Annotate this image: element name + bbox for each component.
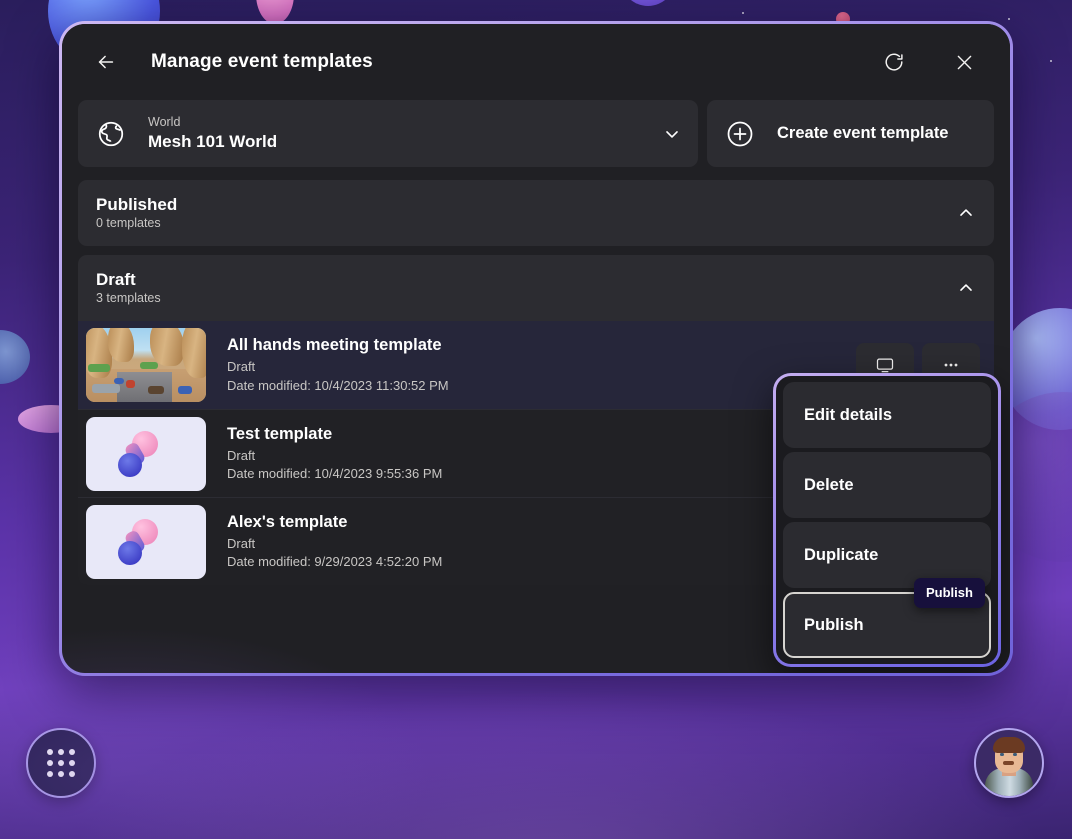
thumb-tree [108, 328, 134, 362]
avatar[interactable] [974, 728, 1044, 798]
menu-item-delete[interactable]: Delete [783, 452, 991, 518]
context-menu-surface: Edit details Delete Duplicate Publish [776, 376, 998, 664]
grid-dots-icon [47, 749, 75, 777]
section-draft-text: Draft 3 templates [96, 269, 161, 308]
plus-circle-icon [727, 121, 753, 146]
world-selector-value: Mesh 101 World [148, 131, 278, 151]
section-draft-title: Draft [96, 269, 136, 289]
thumb-prop [148, 386, 164, 394]
thumb-prop [92, 384, 120, 393]
close-button[interactable] [942, 40, 986, 84]
decorative-star [1050, 60, 1052, 62]
thumb-grass [140, 362, 158, 369]
mesh-logo-icon [123, 440, 147, 467]
globe-icon [98, 121, 124, 146]
thumb-prop [114, 378, 124, 384]
thumb-road [117, 372, 173, 402]
create-event-template-button[interactable]: Create event template [707, 100, 994, 167]
template-status: Draft [227, 359, 256, 375]
avatar-eye [1000, 753, 1004, 756]
avatar-eye [1013, 753, 1017, 756]
manage-event-templates-dialog: Manage event templates World Mesh 101 Wo… [59, 21, 1013, 676]
world-selector[interactable]: World Mesh 101 World [78, 100, 698, 167]
template-name: Alex's template [227, 512, 348, 531]
arrow-left-icon [98, 55, 114, 69]
refresh-icon [885, 53, 903, 71]
avatar-hair [993, 737, 1025, 753]
chevron-up-icon [960, 284, 972, 291]
monitor-icon [876, 358, 894, 373]
thumb-tree [182, 328, 206, 378]
template-status: Draft [227, 535, 256, 551]
template-info: All hands meeting template Draft Date mo… [227, 334, 449, 396]
refresh-button[interactable] [872, 40, 916, 84]
section-draft-header[interactable]: Draft 3 templates [78, 255, 994, 321]
chevron-down-icon [666, 130, 678, 138]
world-selector-text: World Mesh 101 World [148, 114, 662, 153]
template-date-modified: Date modified: 10/4/2023 11:30:52 PM [227, 377, 449, 393]
template-thumbnail [86, 504, 206, 579]
section-published-header[interactable]: Published 0 templates [78, 180, 994, 246]
dialog-controls-row: World Mesh 101 World Create event templa… [62, 100, 1010, 180]
decorative-star [1008, 18, 1010, 20]
decorative-orb [620, 0, 676, 6]
thumb-prop [178, 386, 192, 394]
template-thumbnail [86, 328, 206, 402]
more-icon [944, 363, 958, 367]
close-icon [957, 55, 971, 69]
template-date-modified: Date modified: 10/4/2023 9:55:36 PM [227, 466, 443, 482]
section-published-text: Published 0 templates [96, 194, 177, 233]
back-button[interactable] [84, 40, 128, 84]
thumb-grass [88, 364, 110, 372]
mesh-logo-icon [123, 528, 147, 555]
template-info: Test template Draft Date modified: 10/4/… [227, 423, 442, 485]
world-selector-label: World [148, 115, 181, 130]
section-published-title: Published [96, 194, 178, 214]
decorative-orb [0, 330, 30, 384]
dialog-titlebar: Manage event templates [62, 24, 1010, 100]
section-published: Published 0 templates [78, 180, 994, 246]
menu-item-edit-details[interactable]: Edit details [783, 382, 991, 448]
dialog-surface: Manage event templates World Mesh 101 Wo… [62, 24, 1010, 673]
app-launcher-button[interactable] [26, 728, 96, 798]
create-event-template-label: Create event template [777, 124, 949, 142]
mesh-immersive-space-background: Manage event templates World Mesh 101 Wo… [0, 0, 1072, 839]
template-name: All hands meeting template [227, 336, 442, 355]
template-info: Alex's template Draft Date modified: 9/2… [227, 511, 442, 573]
chevron-up-icon [960, 209, 972, 216]
thumb-prop [126, 380, 135, 388]
template-status: Draft [227, 447, 256, 463]
template-date-modified: Date modified: 9/29/2023 4:52:20 PM [227, 554, 443, 570]
page-title: Manage event templates [151, 51, 373, 72]
template-context-menu: Edit details Delete Duplicate Publish [773, 373, 1001, 667]
section-draft-count: 3 templates [96, 291, 161, 306]
publish-tooltip: Publish [914, 578, 985, 608]
section-published-count: 0 templates [96, 216, 161, 231]
template-name: Test template [227, 424, 333, 443]
decorative-star [742, 12, 744, 14]
template-thumbnail [86, 416, 206, 491]
thumb-tree [150, 328, 184, 366]
avatar-moustache [1003, 761, 1014, 765]
